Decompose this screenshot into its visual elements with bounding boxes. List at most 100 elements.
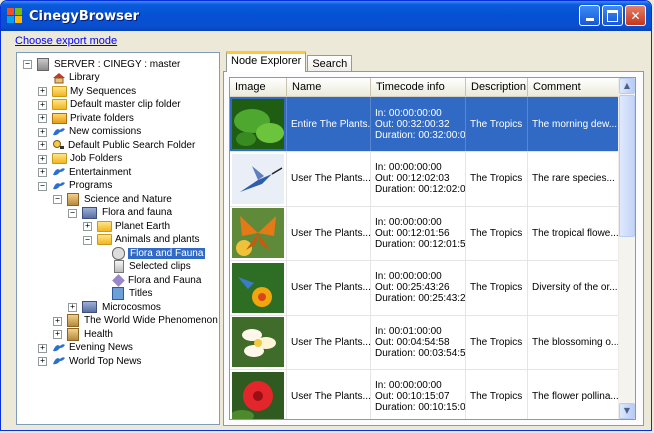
- timecode-out: Out: 00:10:15:07: [375, 391, 450, 402]
- expand-icon[interactable]: +: [38, 141, 47, 150]
- tree-item[interactable]: − Animals and plants: [83, 233, 200, 247]
- table-row[interactable]: User The Plants... In: 00:00:00:00 Out: 00…: [230, 206, 620, 261]
- search-folder-icon: [52, 139, 65, 151]
- tree-item[interactable]: Flora and Fauna: [112, 246, 206, 260]
- timecode-in: In: 00:00:00:00: [375, 216, 442, 228]
- timecode-duration: Duration: 00:32:00:02: [375, 129, 466, 141]
- tab-node-explorer[interactable]: Node Explorer: [226, 51, 307, 72]
- timecode-cell: In: 00:00:00:00 Out: 00:12:01:56 Duration:…: [371, 206, 466, 260]
- tree-item[interactable]: + New comissions: [38, 125, 141, 139]
- tree-item[interactable]: + Health: [53, 327, 113, 341]
- tree-item[interactable]: − Flora and fauna: [68, 206, 172, 220]
- tree-item-label: Animals and plants: [115, 234, 200, 245]
- scroll-down-button[interactable]: ▼: [619, 403, 635, 419]
- image-cell: [230, 151, 287, 206]
- close-button[interactable]: ✕: [625, 5, 646, 26]
- table-row[interactable]: User The Plants... In: 00:00:00:00 Out: 00…: [230, 151, 620, 207]
- clip-thumbnail: [232, 99, 284, 149]
- column-header-timecode[interactable]: Timecode info: [371, 78, 466, 96]
- project-icon: [67, 314, 79, 327]
- titles-icon: [112, 287, 124, 300]
- title-bar[interactable]: CinegyBrowser ✕: [1, 1, 651, 31]
- tree-item[interactable]: + Evening News: [38, 341, 133, 355]
- private-folder-icon: [52, 112, 67, 124]
- tree-item[interactable]: + Entertainment: [38, 165, 132, 179]
- comment-cell: Diversity of the or...: [528, 260, 620, 315]
- tree-item-label: Flora and Fauna: [128, 274, 202, 286]
- table-row[interactable]: User The Plants... In: 00:00:00:00 Out: 00…: [230, 260, 620, 316]
- table-row[interactable]: User The Plants... In: 00:00:00:00 Out: 00…: [230, 369, 620, 419]
- tree-item-label: Selected clips: [129, 261, 191, 272]
- tree-item[interactable]: + Default master clip folder: [38, 98, 181, 112]
- tree-item[interactable]: − Programs: [38, 179, 112, 193]
- bird-icon: [52, 126, 66, 138]
- tree-item[interactable]: Titles: [112, 287, 153, 301]
- description-cell: The Tropics: [466, 315, 528, 369]
- tree-item[interactable]: + Private folders: [38, 111, 134, 125]
- bird-icon: [52, 166, 66, 178]
- tree-item[interactable]: + World Top News: [38, 354, 141, 368]
- comment-cell: The blossoming o...: [528, 315, 620, 369]
- tree-item[interactable]: + Default Public Search Folder: [38, 138, 196, 152]
- folder-tree[interactable]: − SERVER : CINEGY : master Library + My Sequ…: [16, 52, 220, 425]
- tree-item[interactable]: + The World Wide Phenomenon: [53, 314, 218, 328]
- minimize-button[interactable]: [579, 5, 600, 26]
- expand-icon[interactable]: +: [83, 222, 92, 231]
- tree-item[interactable]: − SERVER : CINEGY : master: [23, 57, 180, 71]
- timecode-duration: Duration: 00:25:43:26: [375, 293, 466, 304]
- scroll-thumb[interactable]: [619, 95, 635, 237]
- column-header-comment[interactable]: Comment: [528, 78, 620, 96]
- column-header-image[interactable]: Image: [230, 78, 287, 96]
- expand-icon[interactable]: +: [38, 100, 47, 110]
- comment-cell: The tropical flowe...: [528, 206, 620, 260]
- timecode-in: In: 00:01:00:00: [375, 325, 442, 337]
- collapse-icon[interactable]: −: [38, 181, 47, 191]
- expand-icon[interactable]: +: [38, 154, 47, 164]
- timecode-cell: In: 00:00:00:00 Out: 00:25:43:26 Duration:…: [371, 260, 466, 315]
- minimize-icon: [585, 18, 594, 21]
- tree-item-label: Entertainment: [69, 166, 132, 178]
- expand-icon[interactable]: +: [38, 357, 47, 366]
- timecode-cell: In: 00:00:00:00 Out: 00:12:02:03 Duration:…: [371, 151, 466, 206]
- expand-icon[interactable]: +: [38, 168, 47, 177]
- table-row[interactable]: User The Plants... In: 00:01:00:00 Out: 00…: [230, 315, 620, 370]
- tree-item[interactable]: − Science and Nature: [53, 192, 172, 206]
- table-row[interactable]: Entire The Plants... In: 00:00:00:00 Out: …: [230, 97, 620, 152]
- tree-item-label: Science and Nature: [84, 193, 172, 205]
- expand-icon[interactable]: +: [53, 316, 62, 326]
- tree-item[interactable]: + My Sequences: [38, 84, 136, 98]
- collapse-icon[interactable]: −: [83, 235, 92, 245]
- tree-item[interactable]: Flora and Fauna: [112, 273, 201, 287]
- tree-item[interactable]: + Microcosmos: [68, 300, 161, 314]
- maximize-button[interactable]: [602, 5, 623, 26]
- expand-icon[interactable]: +: [53, 330, 62, 339]
- vertical-scrollbar[interactable]: ▲ ▼: [618, 78, 635, 419]
- expand-icon[interactable]: +: [38, 127, 47, 137]
- folder-icon: [97, 220, 112, 232]
- expand-icon[interactable]: +: [68, 303, 77, 312]
- expand-icon[interactable]: +: [38, 114, 47, 123]
- scroll-up-button[interactable]: ▲: [619, 78, 635, 94]
- column-header-description[interactable]: Description: [466, 78, 528, 96]
- tree-item[interactable]: Selected clips: [112, 260, 191, 274]
- comment-cell: The rare species...: [528, 151, 620, 206]
- tree-item-label: Default Public Search Folder: [68, 139, 196, 151]
- description-cell: The Tropics: [466, 97, 528, 151]
- image-cell: [230, 97, 287, 151]
- expand-icon[interactable]: +: [38, 343, 47, 353]
- timecode-cell: In: 00:01:00:00 Out: 00:04:54:58 Duration:…: [371, 315, 466, 369]
- tree-item[interactable]: + Job Folders: [38, 152, 122, 166]
- tree-item[interactable]: + Planet Earth: [83, 219, 170, 233]
- timecode-duration: Duration: 00:12:01:56: [375, 238, 466, 250]
- expand-icon[interactable]: +: [38, 87, 47, 96]
- collapse-icon[interactable]: −: [53, 195, 62, 204]
- description-cell: The Tropics: [466, 206, 528, 260]
- column-header-name[interactable]: Name: [287, 78, 371, 96]
- image-cell: [230, 315, 287, 369]
- choose-export-mode-link[interactable]: Choose export mode: [15, 35, 117, 47]
- folder-icon: [52, 99, 67, 110]
- collapse-icon[interactable]: −: [68, 208, 77, 218]
- tree-item-label: Health: [84, 328, 113, 340]
- collapse-icon[interactable]: −: [23, 60, 32, 69]
- tree-item[interactable]: Library: [52, 71, 100, 85]
